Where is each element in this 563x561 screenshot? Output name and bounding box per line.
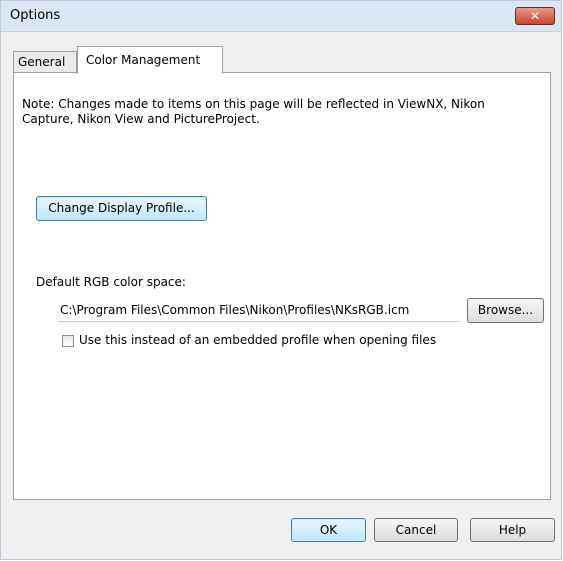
ok-button[interactable]: OK: [291, 518, 366, 542]
close-icon: ✕: [529, 9, 541, 23]
embedded-profile-checkbox[interactable]: [62, 335, 74, 347]
help-button[interactable]: Help: [470, 518, 555, 542]
cancel-button[interactable]: Cancel: [374, 518, 458, 542]
help-label: Help: [498, 523, 527, 537]
change-display-profile-button[interactable]: Change Display Profile...: [36, 196, 207, 221]
tab-color-management-label: Color Management: [86, 53, 201, 67]
note-text: Note: Changes made to items on this page…: [22, 97, 485, 126]
browse-button[interactable]: Browse...: [467, 298, 544, 323]
title-bar[interactable]: Options ✕: [1, 1, 561, 32]
tab-general-label: General: [18, 55, 66, 69]
tab-color-management[interactable]: Color Management: [77, 46, 223, 74]
ok-label: OK: [319, 523, 338, 537]
change-display-profile-label: Change Display Profile...: [48, 201, 195, 215]
default-rgb-label: Default RGB color space:: [36, 275, 186, 289]
options-dialog: Options ✕ General Color Management Note:…: [0, 0, 562, 560]
embedded-profile-label: Use this instead of an embedded profile …: [79, 333, 437, 347]
browse-label: Browse...: [477, 303, 534, 317]
profile-path-field[interactable]: C:\Program Files\Common Files\Nikon\Prof…: [58, 298, 460, 322]
window-title: Options: [10, 8, 61, 23]
cancel-label: Cancel: [395, 523, 437, 537]
close-button[interactable]: ✕: [515, 7, 555, 25]
tab-general[interactable]: General: [13, 51, 77, 72]
